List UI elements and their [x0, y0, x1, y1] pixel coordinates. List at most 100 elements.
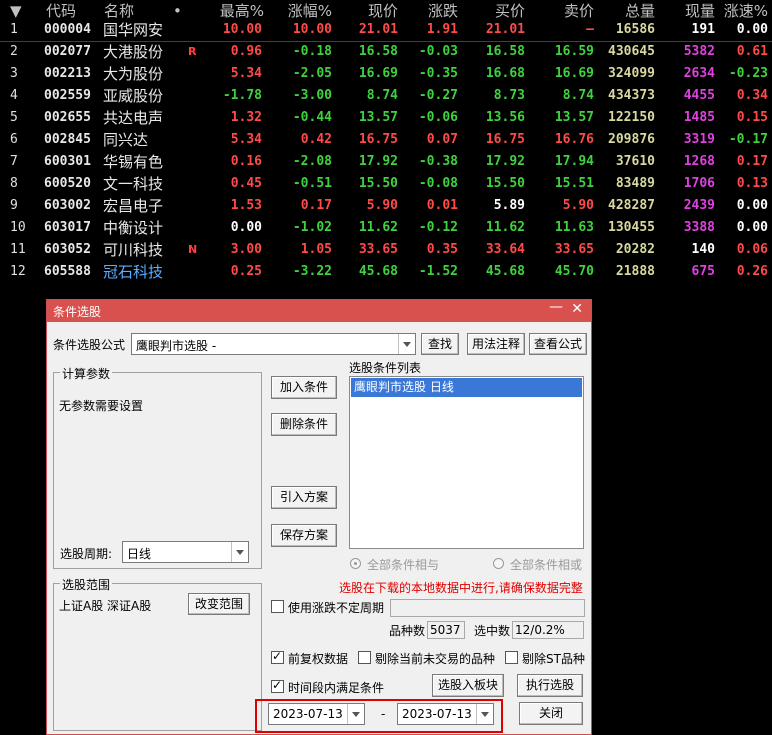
uncertain-period-field[interactable] — [390, 599, 585, 617]
speed-pct: 0.34 — [736, 88, 768, 103]
add-to-block-button[interactable]: 选股入板块 — [432, 674, 504, 697]
import-plan-button[interactable]: 引入方案 — [271, 486, 337, 509]
radio-and[interactable] — [350, 558, 361, 569]
scope-group-title: 选股范围 — [60, 576, 113, 593]
date-range-highlight — [255, 699, 503, 733]
table-row[interactable]: 5 002655 共达电声 1.32 -0.44 13.57 -0.06 13.56 13.57… — [0, 107, 772, 129]
list-item[interactable]: 鹰眼判市选股 日线 — [351, 378, 582, 397]
row-index: 1 — [10, 22, 18, 37]
high-pct: 0.25 — [230, 264, 262, 279]
row-index: 11 — [10, 242, 26, 257]
total-volume: 324099 — [608, 66, 655, 81]
price: 16.58 — [358, 44, 398, 59]
count-label: 品种数 — [389, 624, 426, 638]
price: 17.92 — [358, 154, 398, 169]
exclude-untraded-checkbox[interactable] — [358, 651, 371, 664]
change: -1.52 — [418, 264, 458, 279]
table-row[interactable]: 1 000004 国华网安 10.00 10.00 21.01 1.91 21.01 – 1658… — [0, 19, 772, 42]
sell-price: 15.51 — [554, 176, 594, 191]
view-formula-button[interactable]: 查看公式 — [529, 333, 587, 355]
change: -0.27 — [418, 88, 458, 103]
current-volume: 3319 — [683, 132, 715, 147]
price: 13.57 — [358, 110, 398, 125]
add-condition-button[interactable]: 加入条件 — [271, 376, 337, 399]
total-volume: 83489 — [615, 176, 655, 191]
table-row[interactable]: 9 603002 宏昌电子 1.53 0.17 5.90 0.01 5.89 5.90 42828… — [0, 195, 772, 217]
change-pct: 0.17 — [300, 198, 332, 213]
price: 16.69 — [358, 66, 398, 81]
within-period-checkbox[interactable] — [271, 678, 284, 693]
chevron-down-icon[interactable] — [231, 542, 248, 562]
speed-pct: 0.13 — [736, 176, 768, 191]
delete-condition-button[interactable]: 删除条件 — [271, 413, 337, 436]
change: -0.38 — [418, 154, 458, 169]
exclude-untraded-label[interactable]: 剔除当前未交易的品种 — [375, 650, 495, 667]
high-pct: 10.00 — [222, 22, 262, 37]
radio-or-label[interactable]: 全部条件相或 — [510, 556, 582, 573]
total-volume: 21888 — [615, 264, 655, 279]
period-value: 日线 — [127, 547, 152, 561]
close-icon[interactable]: ✕ — [571, 301, 583, 317]
current-volume: 1268 — [683, 154, 715, 169]
radio-or[interactable] — [493, 558, 504, 569]
sell-price: – — [586, 22, 594, 37]
exclude-st-label[interactable]: 剔除ST品种 — [522, 650, 585, 667]
find-button[interactable]: 查找 — [421, 333, 459, 355]
close-button[interactable]: 关闭 — [519, 702, 583, 725]
table-row[interactable]: 6 002845 同兴达 5.34 0.42 16.75 0.07 16.75 16.76 209… — [0, 129, 772, 151]
exclude-st-checkbox[interactable] — [505, 651, 518, 664]
stock-name: 同兴达 — [103, 131, 149, 149]
radio-and-label[interactable]: 全部条件相与 — [367, 556, 439, 573]
table-row[interactable]: 3 002213 大为股份 5.34 -2.05 16.69 -0.35 16.68 16.69… — [0, 63, 772, 85]
high-pct: 0.16 — [230, 154, 262, 169]
table-row[interactable]: 7 600301 华锡有色 0.16 -2.08 17.92 -0.38 17.92 17.94… — [0, 151, 772, 173]
dialog-titlebar[interactable]: 条件选股 — ✕ — [47, 299, 591, 322]
uncertain-period-checkbox[interactable] — [271, 600, 284, 613]
stock-name: 文一科技 — [103, 175, 164, 193]
stock-name: 宏昌电子 — [103, 197, 164, 215]
table-row[interactable]: 2 002077 大港股份 R 0.96 -0.18 16.58 -0.03 16.58 16.5… — [0, 41, 772, 63]
change-pct: -0.44 — [292, 110, 332, 125]
table-row[interactable]: 4 002559 亚威股份 -1.78 -3.00 8.74 -0.27 8.73 8.74 43… — [0, 85, 772, 107]
table-row[interactable]: 10 603017 中衡设计 0.00 -1.02 11.62 -0.12 11.62 11.6… — [0, 217, 772, 239]
chevron-down-icon[interactable] — [398, 334, 415, 354]
minimize-icon[interactable]: — — [549, 299, 563, 315]
usage-notes-button[interactable]: 用法注释 — [467, 333, 525, 355]
change-pct: -2.05 — [292, 66, 332, 81]
change-pct: -1.02 — [292, 220, 332, 235]
stock-name: 大为股份 — [103, 65, 164, 83]
current-volume: 1706 — [683, 176, 715, 191]
adjusted-data-label[interactable]: 前复权数据 — [288, 650, 348, 667]
uncertain-period-label[interactable]: 使用涨跌不定周期 — [288, 599, 384, 616]
change-pct: -3.22 — [292, 264, 332, 279]
execute-button[interactable]: 执行选股 — [517, 674, 583, 697]
speed-pct: -0.23 — [728, 66, 768, 81]
row-index: 12 — [10, 264, 26, 279]
change-scope-button[interactable]: 改变范围 — [188, 593, 250, 615]
within-period-label[interactable]: 时间段内满足条件 — [288, 679, 384, 696]
speed-pct: 0.17 — [736, 154, 768, 169]
row-index: 10 — [10, 220, 26, 235]
row-index: 2 — [10, 44, 18, 59]
condition-list[interactable]: 鹰眼判市选股 日线 — [349, 376, 584, 549]
change-pct: -3.00 — [292, 88, 332, 103]
stock-code: 002213 — [44, 66, 91, 81]
current-volume: 2634 — [683, 66, 715, 81]
price: 8.74 — [366, 88, 398, 103]
table-row[interactable]: 8 600520 文一科技 0.45 -0.51 15.50 -0.08 15.50 15.51… — [0, 173, 772, 195]
change-pct: 0.42 — [300, 132, 332, 147]
period-label: 选股周期: — [60, 547, 113, 561]
high-pct: -1.78 — [222, 88, 262, 103]
current-volume: 5382 — [683, 44, 715, 59]
stock-name: 亚威股份 — [103, 87, 164, 105]
save-plan-button[interactable]: 保存方案 — [271, 524, 337, 547]
high-pct: 0.45 — [230, 176, 262, 191]
adjusted-data-checkbox[interactable] — [271, 649, 284, 664]
formula-select[interactable]: 鹰眼判市选股 - — [131, 333, 416, 355]
table-row[interactable]: 12 605588 冠石科技 0.25 -3.22 45.68 -1.52 45.68 45.7… — [0, 261, 772, 283]
stock-name: 共达电声 — [103, 109, 164, 127]
table-row[interactable]: 11 603052 可川科技 N 3.00 1.05 33.65 0.35 33.64 33.65… — [0, 239, 772, 261]
period-select[interactable]: 日线 — [122, 541, 249, 563]
current-volume: 675 — [691, 264, 715, 279]
price: 11.62 — [358, 220, 398, 235]
